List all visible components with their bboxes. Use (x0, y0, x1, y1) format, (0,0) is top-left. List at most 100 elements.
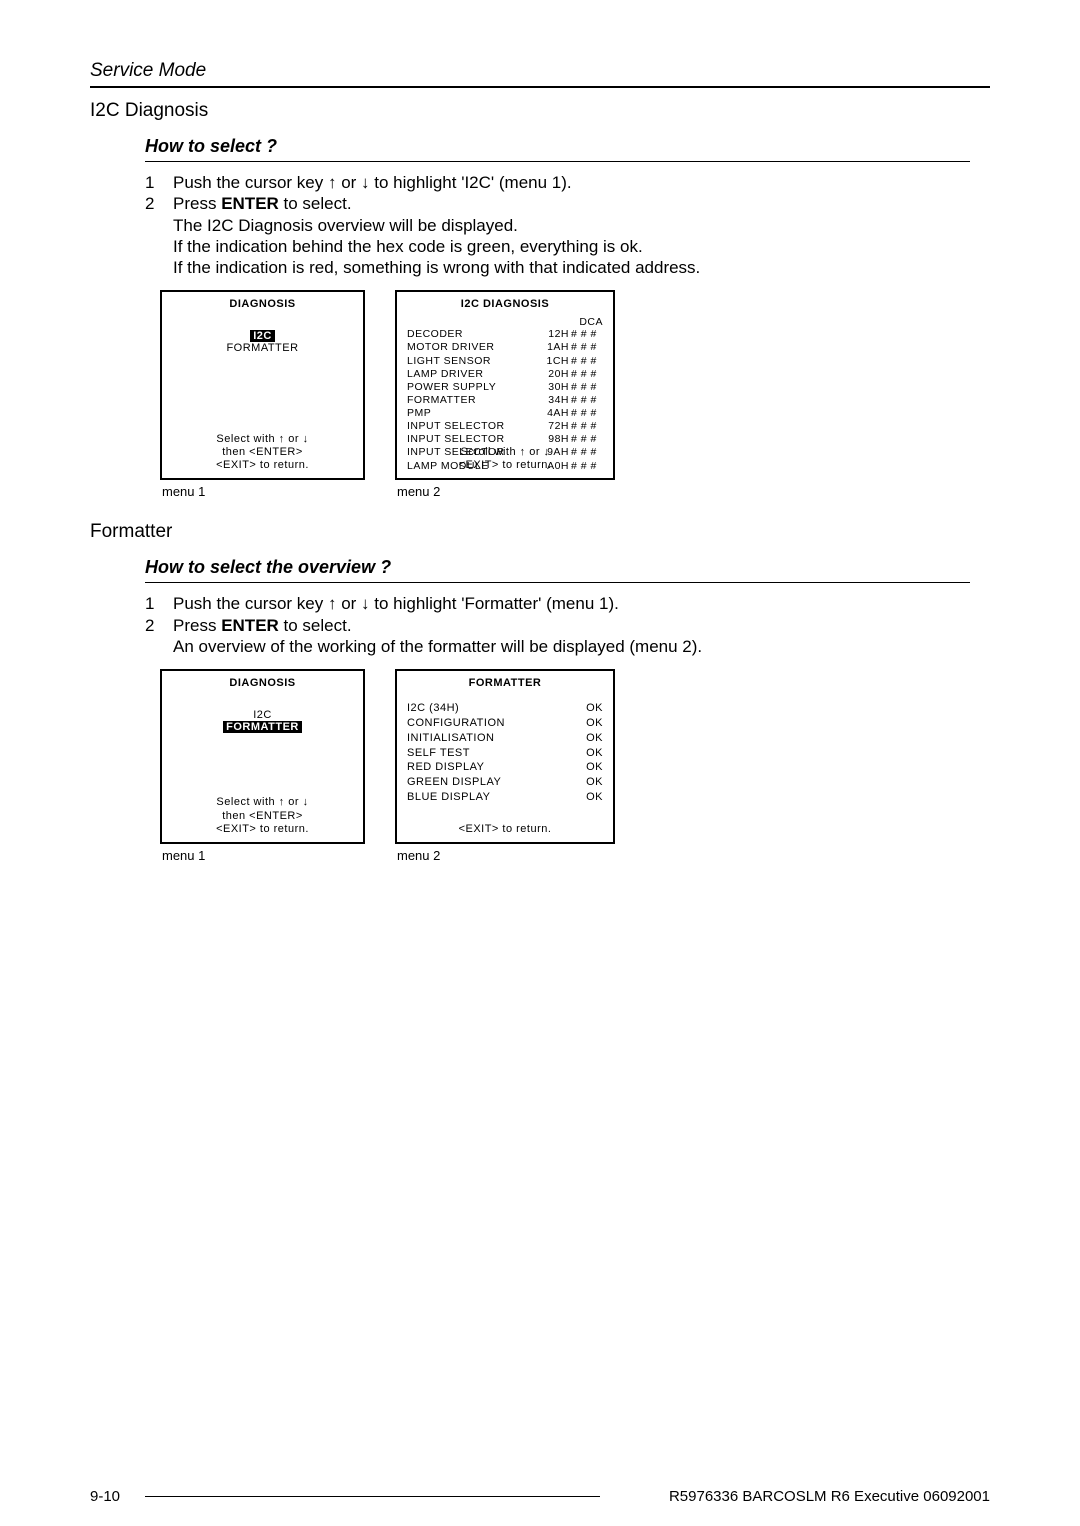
text-fragment: to select. (279, 194, 352, 213)
enter-key-label: ENTER (221, 194, 279, 213)
step-text: Push the cursor key ↑ or ↓ to highlight … (173, 172, 970, 193)
i2c-row-hex: 20H (535, 368, 569, 381)
formatter-row-name: I2C (34H) (407, 701, 573, 716)
i2c-menus-row: DIAGNOSIS I2C FORMATTER Select with ↑ or… (160, 290, 970, 499)
menu-footer: <EXIT> to return. (397, 823, 613, 836)
i2c-row-name: POWER SUPPLY (407, 381, 535, 394)
i2c-row-hex: 72H (535, 420, 569, 433)
formatter-row-name: INITIALISATION (407, 731, 573, 746)
i2c-row: DECODER12H# # # (407, 328, 603, 341)
i2c-row: LIGHT SENSOR1CH# # # (407, 355, 603, 368)
formatter-menu-2: FORMATTER I2C (34H)OKCONFIGURATIONOKINIT… (395, 669, 615, 844)
formatter-row: INITIALISATIONOK (407, 731, 603, 746)
i2c-row-status: # # # (569, 368, 603, 381)
formatter-row: I2C (34H)OK (407, 701, 603, 716)
menu-item-formatter: FORMATTER (172, 342, 353, 354)
menu-title: I2C DIAGNOSIS (407, 298, 603, 310)
subheading-rule (145, 161, 970, 162)
i2c-row-name: MOTOR DRIVER (407, 341, 535, 354)
dca-header: DCA (579, 316, 603, 328)
i2c-row-status: # # # (569, 381, 603, 394)
menu-title: FORMATTER (407, 677, 603, 689)
menu1-column: DIAGNOSIS I2C FORMATTER Select with ↑ or… (160, 669, 365, 863)
page-number: 9-10 (90, 1488, 120, 1505)
text-fragment: or (336, 594, 361, 613)
i2c-block: How to select ? 1 Push the cursor key ↑ … (145, 136, 970, 499)
formatter-row-name: SELF TEST (407, 746, 573, 761)
text-line: If the indication behind the hex code is… (173, 237, 643, 256)
step-text: Push the cursor key ↑ or ↓ to highlight … (173, 593, 970, 614)
down-arrow-icon: ↓ (544, 446, 550, 458)
i2c-row: INPUT SELECTOR72H# # # (407, 420, 603, 433)
running-header: Service Mode (90, 60, 990, 82)
header-rule (90, 86, 990, 88)
heading-i2c-diagnosis: I2C Diagnosis (90, 100, 990, 122)
menu-title: DIAGNOSIS (172, 677, 353, 689)
menu-footer: Select with ↑ or ↓ then <ENTER> <EXIT> t… (162, 796, 363, 836)
i2c-row-name: FORMATTER (407, 394, 535, 407)
step-text: Press ENTER to select. The I2C Diagnosis… (173, 193, 970, 278)
down-arrow-icon: ↓ (361, 594, 370, 613)
step-text: Press ENTER to select. An overview of th… (173, 615, 970, 658)
text-line: If the indication is red, something is w… (173, 258, 700, 277)
text-fragment: to highlight 'I2C' (menu 1). (370, 173, 572, 192)
i2c-row: INPUT SELECTOR98H# # # (407, 433, 603, 446)
formatter-row-status: OK (573, 790, 603, 805)
subheading-how-to-select: How to select ? (145, 136, 970, 157)
formatter-menus-row: DIAGNOSIS I2C FORMATTER Select with ↑ or… (160, 669, 970, 863)
text-fragment: Scroll with (460, 446, 519, 458)
menu-2-caption: menu 2 (397, 484, 615, 499)
formatter-row-name: RED DISPLAY (407, 760, 573, 775)
menu1-column: DIAGNOSIS I2C FORMATTER Select with ↑ or… (160, 290, 365, 499)
text-fragment: or (285, 433, 303, 445)
text-line: then <ENTER> (222, 810, 303, 822)
i2c-row-status: # # # (569, 341, 603, 354)
doc-reference: R5976336 BARCOSLM R6 Executive 06092001 (669, 1488, 990, 1505)
i2c-row-hex: 4AH (535, 407, 569, 420)
heading-formatter: Formatter (90, 521, 990, 543)
menu-footer: Scroll with ↑ or ↓ <EXIT> to return. (397, 446, 613, 472)
page: Service Mode I2C Diagnosis How to select… (0, 0, 1080, 1526)
text-line: then <ENTER> (222, 446, 303, 458)
text-line: An overview of the working of the format… (173, 637, 702, 656)
i2c-row-hex: 34H (535, 394, 569, 407)
formatter-row-name: GREEN DISPLAY (407, 775, 573, 790)
formatter-row: CONFIGURATIONOK (407, 716, 603, 731)
footer-rule (145, 1496, 600, 1497)
formatter-block: How to select the overview ? 1 Push the … (145, 557, 970, 863)
text-fragment: Push the cursor key (173, 594, 328, 613)
step-number: 2 (145, 193, 173, 278)
text-line: <EXIT> to return. (216, 459, 309, 471)
down-arrow-icon: ↓ (361, 173, 370, 192)
text-fragment: Push the cursor key (173, 173, 328, 192)
formatter-row-status: OK (573, 746, 603, 761)
menu-item-i2c-selected: I2C (250, 330, 275, 342)
formatter-row-status: OK (573, 701, 603, 716)
text-fragment: or (336, 173, 361, 192)
formatter-row: SELF TESTOK (407, 746, 603, 761)
enter-key-label: ENTER (221, 616, 279, 635)
formatter-instructions: 1 Push the cursor key ↑ or ↓ to highligh… (145, 593, 970, 657)
menu2-column: FORMATTER I2C (34H)OKCONFIGURATIONOKINIT… (395, 669, 615, 863)
formatter-rows: I2C (34H)OKCONFIGURATIONOKINITIALISATION… (407, 701, 603, 805)
i2c-row-name: INPUT SELECTOR (407, 420, 535, 433)
diagnosis-menu-1: DIAGNOSIS I2C FORMATTER Select with ↑ or… (160, 290, 365, 480)
step-number: 1 (145, 593, 173, 614)
i2c-instructions: 1 Push the cursor key ↑ or ↓ to highligh… (145, 172, 970, 278)
menu-2-caption: menu 2 (397, 848, 615, 863)
text-fragment: to select. (279, 616, 352, 635)
text-line: The I2C Diagnosis overview will be displ… (173, 216, 518, 235)
instruction-step-2: 2 Press ENTER to select. An overview of … (145, 615, 970, 658)
formatter-row: RED DISPLAYOK (407, 760, 603, 775)
instruction-step-2: 2 Press ENTER to select. The I2C Diagnos… (145, 193, 970, 278)
i2c-row-hex: 98H (535, 433, 569, 446)
subheading-how-to-select-overview: How to select the overview ? (145, 557, 970, 578)
i2c-row: MOTOR DRIVER1AH# # # (407, 341, 603, 354)
i2c-row: LAMP DRIVER20H# # # (407, 368, 603, 381)
text-fragment: to highlight 'Formatter' (menu 1). (370, 594, 619, 613)
formatter-row-status: OK (573, 760, 603, 775)
i2c-row-status: # # # (569, 407, 603, 420)
i2c-row-name: DECODER (407, 328, 535, 341)
formatter-row-name: BLUE DISPLAY (407, 790, 573, 805)
i2c-row-hex: 30H (535, 381, 569, 394)
